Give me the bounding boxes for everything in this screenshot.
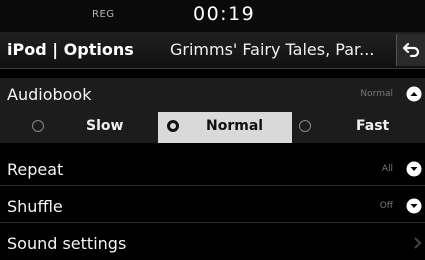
option-fast-label: Fast — [356, 118, 390, 134]
clock: 00:19 — [193, 3, 256, 25]
shuffle-value: Off — [379, 201, 393, 211]
radio-icon — [299, 120, 311, 132]
option-normal[interactable]: Normal — [158, 112, 292, 143]
audiobook-label: Audiobook — [7, 85, 92, 104]
audiobook-value: Normal — [360, 89, 393, 99]
menu-item-audiobook[interactable]: Audiobook Normal — [0, 78, 425, 110]
shuffle-label: Shuffle — [7, 197, 63, 216]
chevron-down-icon — [406, 161, 422, 177]
menu-item-sound-settings[interactable]: Sound settings — [0, 227, 425, 259]
back-arrow-icon — [402, 42, 420, 57]
radio-selected-icon — [167, 120, 179, 132]
repeat-value: All — [381, 164, 393, 174]
menu-item-repeat[interactable]: Repeat All — [0, 153, 425, 186]
option-fast[interactable]: Fast — [292, 112, 425, 143]
title-bar: iPod | Options Grimms' Fairy Tales, Par.… — [0, 32, 425, 69]
sound-settings-label: Sound settings — [7, 234, 127, 253]
option-slow-label: Slow — [86, 118, 124, 134]
chevron-up-icon — [406, 86, 422, 102]
track-title: Grimms' Fairy Tales, Par... — [170, 40, 375, 59]
menu-item-shuffle[interactable]: Shuffle Off — [0, 190, 425, 223]
reg-indicator: REG — [92, 9, 115, 20]
option-slow[interactable]: Slow — [0, 112, 158, 143]
chevron-down-icon — [406, 198, 422, 214]
back-button[interactable] — [396, 34, 425, 66]
option-normal-label: Normal — [206, 118, 264, 134]
chevron-right-icon — [414, 237, 422, 249]
repeat-label: Repeat — [7, 160, 64, 179]
page-title: iPod | Options — [7, 40, 134, 59]
audiobook-speed-options: Slow Normal Fast — [0, 112, 425, 143]
radio-icon — [32, 120, 44, 132]
status-bar: REG 00:19 — [0, 0, 425, 32]
